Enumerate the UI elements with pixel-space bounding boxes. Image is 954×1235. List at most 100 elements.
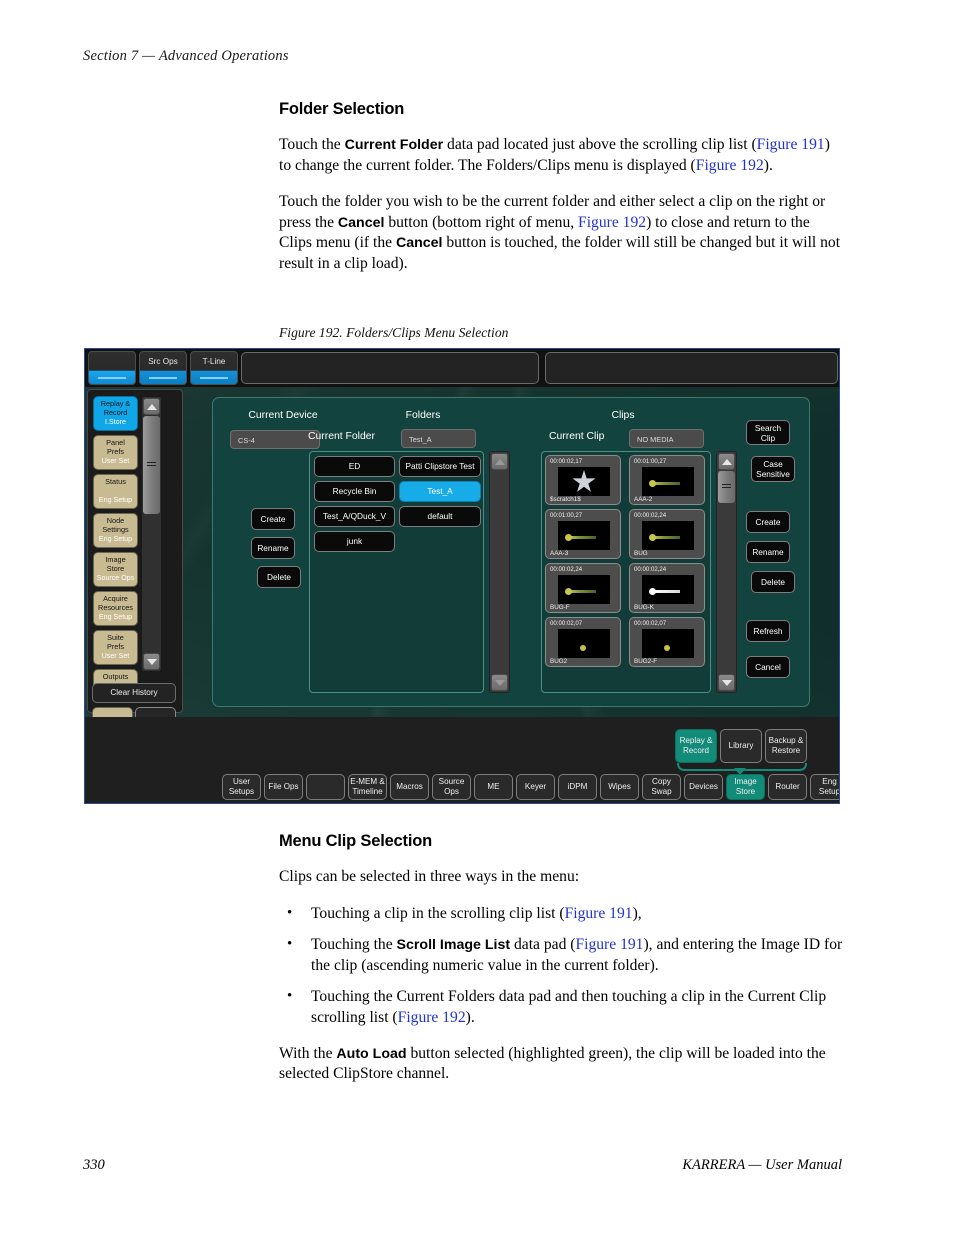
clip-thumbnail <box>558 467 610 496</box>
clip-timecode: 00:00:02,17 <box>550 458 583 465</box>
folder-create-button[interactable]: Create <box>251 508 295 530</box>
clip-refresh-button[interactable]: Refresh <box>746 620 790 642</box>
sidebar-item-image-store[interactable]: Image Store Source Ops <box>93 552 138 587</box>
bottom-button-source-ops[interactable]: Source Ops <box>432 774 471 800</box>
tab-blank[interactable] <box>88 351 136 385</box>
sidebar-scrollbar[interactable] <box>141 396 162 672</box>
bottom-tab-library[interactable]: Library <box>720 729 762 763</box>
clip-scrollbar[interactable] <box>716 451 737 693</box>
scroll-up-icon[interactable] <box>143 398 160 415</box>
clip-tile[interactable]: 00:01:00,27 AAA-3 <box>545 509 621 559</box>
sidebar-item-status[interactable]: Status Eng Setup <box>93 474 138 509</box>
folder-scrollbar[interactable] <box>489 451 510 693</box>
clip-create-button[interactable]: Create <box>746 511 790 533</box>
tab-empty-wide-right[interactable] <box>545 352 838 384</box>
tab-empty-wide-left[interactable] <box>241 352 539 384</box>
bottom-button-devices[interactable]: Devices <box>684 774 723 800</box>
bottom-tab-replay-record[interactable]: Replay & Record <box>675 729 717 763</box>
bottom-button-eng-setup[interactable]: Eng Setup <box>810 774 839 800</box>
clip-timecode: 00:01:00,27 <box>550 512 583 519</box>
list-item: Touching the Scroll Image List data pad … <box>279 934 845 976</box>
folder-delete-button[interactable]: Delete <box>251 566 301 590</box>
page-title: Folder Selection <box>279 100 405 118</box>
clip-tile[interactable]: 00:00:02,24 BUG <box>629 509 705 559</box>
bottom-button-file-ops[interactable]: File Ops <box>264 774 303 800</box>
clip-delete-button[interactable]: Delete <box>745 571 795 595</box>
sidebar-item-sub: User Set <box>101 457 130 466</box>
folder-item-junk[interactable]: junk <box>314 531 395 552</box>
bottom-button-idpm[interactable]: iDPM <box>558 774 597 800</box>
xref-figure-192c[interactable]: Figure 192 <box>398 1009 466 1026</box>
clip-timecode: 00:00:02,24 <box>634 566 667 573</box>
bottom-tab-backup-restore[interactable]: Backup & Restore <box>765 729 807 763</box>
clip-timecode: 00:00:02,24 <box>634 512 667 519</box>
scroll-thumb[interactable] <box>143 416 160 514</box>
scroll-thumb[interactable] <box>718 471 735 503</box>
clip-cancel-button[interactable]: Cancel <box>746 656 790 678</box>
scroll-up-icon[interactable] <box>491 453 508 470</box>
clips-title: Clips <box>611 410 635 421</box>
sidebar-item-panel-prefs[interactable]: Panel Prefs User Set <box>93 435 138 470</box>
scroll-down-icon[interactable] <box>491 674 508 691</box>
bottom-button-user-setups[interactable]: User Setups <box>222 774 261 800</box>
current-clip-datapad[interactable]: NO MEDIA <box>629 429 704 448</box>
clip-thumbnail <box>558 521 610 550</box>
bottom-button-emem-timeline[interactable]: E-MEM & Timeline <box>348 774 387 800</box>
xref-figure-192b[interactable]: Figure 192 <box>578 214 646 231</box>
clip-timecode: 00:00:02,24 <box>550 566 583 573</box>
sidebar-item-label: Node Settings <box>102 516 129 534</box>
scroll-up-icon[interactable] <box>718 453 735 470</box>
clip-tile[interactable]: 00:00:02,17 $scratch1$ <box>545 455 621 505</box>
xref-figure-191[interactable]: Figure 191 <box>757 136 825 153</box>
bottom-button-router[interactable]: Router <box>768 774 807 800</box>
tab-underline <box>200 377 228 379</box>
bottom-button-macros[interactable]: Macros <box>390 774 429 800</box>
folder-listbox: ED Patti Clipstore Test Recycle Bin Test… <box>309 451 484 693</box>
case-sensitive-button[interactable]: Case Sensitive <box>745 456 795 484</box>
clip-tile[interactable]: 00:01:00,27 AAA-2 <box>629 455 705 505</box>
folder-item-patti-clipstore-test[interactable]: Patti Clipstore Test <box>399 456 481 477</box>
clip-thumbnail <box>642 629 694 658</box>
current-clip-label: Current Clip <box>549 431 605 442</box>
folder-item-recycle-bin[interactable]: Recycle Bin <box>314 481 395 502</box>
folder-item-ed[interactable]: ED <box>314 456 395 477</box>
tab-src-ops[interactable]: Src Ops <box>139 351 187 385</box>
bottom-button-keyer[interactable]: Keyer <box>516 774 555 800</box>
clip-tile[interactable]: 00:00:02,24 BUG-F <box>545 563 621 613</box>
folder-item-test-a[interactable]: Test_A <box>399 481 481 502</box>
scroll-down-icon[interactable] <box>143 653 160 670</box>
bottom-button-blank[interactable] <box>306 774 345 800</box>
scroll-down-icon[interactable] <box>718 674 735 691</box>
top-tab-strip: Src Ops T-Line <box>85 349 839 387</box>
xref-figure-191[interactable]: Figure 191 <box>565 905 633 922</box>
clip-rename-button[interactable]: Rename <box>746 541 790 563</box>
bottom-button-copy-swap[interactable]: Copy Swap <box>642 774 681 800</box>
folder-item-default[interactable]: default <box>399 506 481 527</box>
clip-tile[interactable]: 00:00:02,07 BUG2-F <box>629 617 705 667</box>
dot-icon <box>664 645 670 651</box>
folder-item-test-a-qduck-v[interactable]: Test_A/QDuck_V <box>314 506 395 527</box>
sidebar-item-node-settings[interactable]: Node Settings Eng Setup <box>93 513 138 548</box>
clear-history-button[interactable]: Clear History <box>92 683 176 703</box>
current-device-datapad[interactable]: CS-4 <box>230 430 320 449</box>
bottom-button-me[interactable]: ME <box>474 774 513 800</box>
tab-t-line[interactable]: T-Line <box>190 351 238 385</box>
star-icon <box>572 470 596 492</box>
folder-rename-button[interactable]: Rename <box>251 537 295 559</box>
bottom-button-image-store[interactable]: Image Store <box>726 774 765 800</box>
bottom-button-wipes[interactable]: Wipes <box>600 774 639 800</box>
xref-figure-192[interactable]: Figure 192 <box>696 157 764 174</box>
current-folder-datapad[interactable]: Test_A <box>401 429 476 448</box>
sidebar-item-label: Status <box>105 477 126 486</box>
sidebar-item-suite-prefs[interactable]: Suite Prefs User Set <box>93 630 138 665</box>
clip-tile[interactable]: 00:00:02,24 BUG-K <box>629 563 705 613</box>
sidebar-item-label: Suite Prefs <box>106 633 125 651</box>
sidebar-item-replay-record[interactable]: Replay & Record I.Store <box>93 396 138 431</box>
sidebar-item-acquire-resources[interactable]: Acquire Resources Eng Setup <box>93 591 138 626</box>
p4-a: With the <box>279 1044 337 1062</box>
xref-figure-191b[interactable]: Figure 191 <box>575 936 643 953</box>
key-icon <box>565 588 596 595</box>
clip-tile[interactable]: 00:00:02,07 BUG2 <box>545 617 621 667</box>
search-clip-button[interactable]: Search Clip <box>746 420 790 445</box>
clip-selection-bullets: Touching a clip in the scrolling clip li… <box>279 903 845 1029</box>
